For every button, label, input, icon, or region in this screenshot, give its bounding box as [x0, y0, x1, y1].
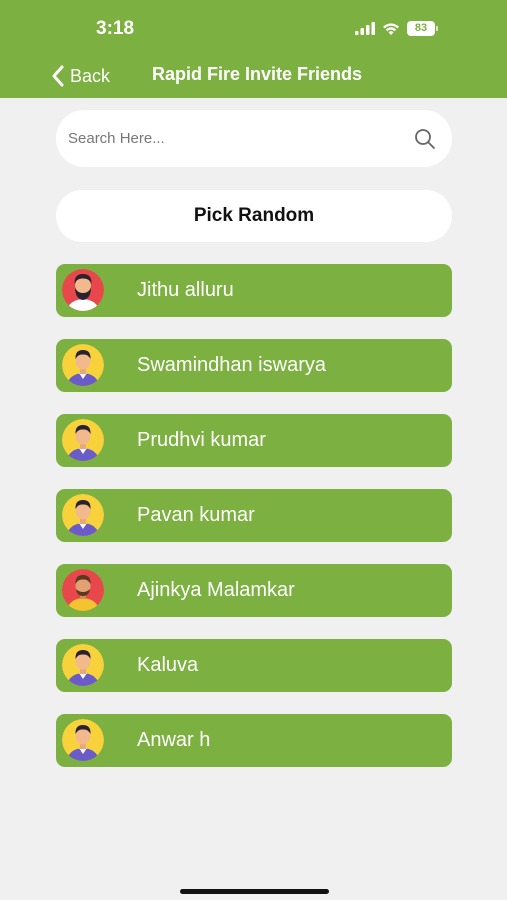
battery-level: 83 — [414, 22, 428, 34]
app-header: 3:18 83 Back Rapid Fire Invite Friends — [0, 0, 507, 98]
man-avatar — [62, 494, 104, 536]
friend-row[interactable]: Ajinkya Malamkar — [56, 564, 452, 617]
friend-row[interactable]: Jithu alluru — [56, 264, 452, 317]
status-icons: 83 — [355, 18, 438, 38]
wifi-icon — [383, 22, 399, 35]
man-avatar — [62, 719, 104, 761]
home-indicator[interactable] — [180, 889, 329, 894]
man-avatar — [62, 344, 104, 386]
friend-row[interactable]: Swamindhan iswarya — [56, 339, 452, 392]
friend-row[interactable]: Prudhvi kumar — [56, 414, 452, 467]
man-orange-avatar — [62, 569, 104, 611]
chevron-left-icon — [52, 65, 64, 87]
page-title: Rapid Fire Invite Friends — [152, 64, 363, 84]
man-avatar — [62, 419, 104, 461]
friend-name: Ajinkya Malamkar — [137, 579, 295, 601]
search-input[interactable] — [68, 130, 414, 147]
search-icon[interactable] — [414, 128, 436, 150]
search-bar — [56, 110, 452, 167]
friend-name: Swamindhan iswarya — [137, 354, 326, 376]
friend-name: Anwar h — [137, 729, 211, 751]
friend-name: Prudhvi kumar — [137, 429, 266, 451]
back-label: Back — [70, 65, 111, 86]
status-time: 3:18 — [96, 18, 135, 39]
friend-name: Pavan kumar — [137, 504, 255, 526]
battery-icon: 83 — [407, 20, 438, 36]
bearded-man-avatar — [62, 269, 104, 311]
friend-list: Jithu alluru Swamindhan iswarya Prudhvi … — [56, 264, 452, 789]
friend-name: Jithu alluru — [137, 279, 234, 301]
signal-icon — [355, 21, 375, 35]
friend-name: Kaluva — [137, 654, 199, 676]
pick-random-button[interactable]: Pick Random — [56, 190, 452, 242]
friend-row[interactable]: Anwar h — [56, 714, 452, 767]
friend-row[interactable]: Pavan kumar — [56, 489, 452, 542]
back-button[interactable]: Back — [52, 62, 110, 90]
man-avatar — [62, 644, 104, 686]
friend-row[interactable]: Kaluva — [56, 639, 452, 692]
